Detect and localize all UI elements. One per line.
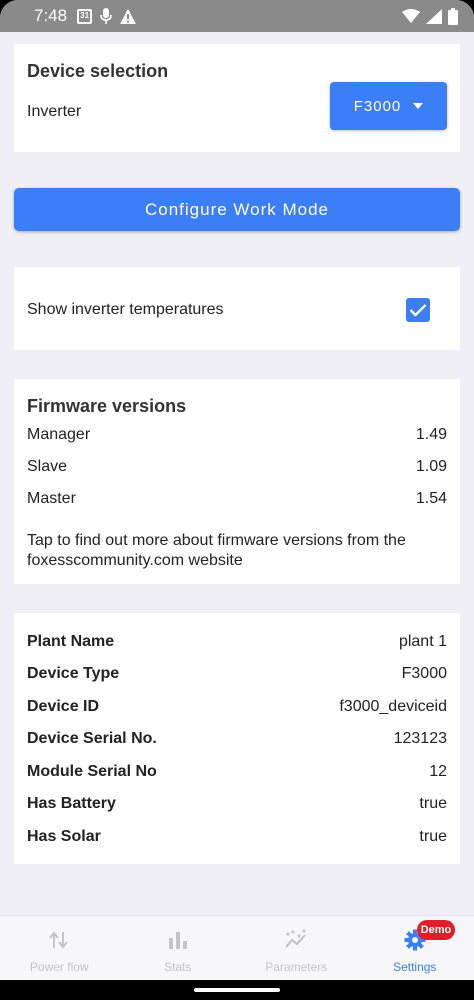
firmware-row-value: 1.49 bbox=[415, 426, 447, 443]
device-info-value: 123123 bbox=[393, 730, 447, 747]
inverter-dropdown-value: F3000 bbox=[353, 97, 402, 115]
show-temperatures-label: Show inverter temperatures bbox=[27, 301, 224, 318]
power-flow-icon bbox=[49, 931, 69, 949]
firmware-row-slave: Slave 1.09 bbox=[27, 458, 447, 476]
firmware-row-master: Master 1.54 bbox=[27, 490, 447, 508]
device-info-row: Has Battery true bbox=[27, 795, 447, 813]
firmware-card: Firmware versions Manager 1.49 Slave 1.0… bbox=[14, 379, 460, 584]
firmware-row-value: 1.09 bbox=[415, 458, 447, 475]
device-info-value: true bbox=[419, 828, 447, 845]
firmware-row-label: Slave bbox=[27, 458, 68, 475]
mic-icon bbox=[100, 8, 112, 24]
device-info-label: Has Solar bbox=[27, 828, 101, 845]
device-info-row: Device Type F3000 bbox=[27, 665, 447, 683]
demo-badge: Demo bbox=[417, 920, 455, 940]
stats-icon bbox=[168, 932, 187, 949]
device-info-label: Plant Name bbox=[27, 633, 115, 650]
gesture-bar bbox=[0, 980, 474, 1000]
device-selection-card: Device selection Inverter F3000 bbox=[14, 44, 460, 152]
device-info-row: Has Solar true bbox=[27, 828, 447, 846]
device-info-label: Device Serial No. bbox=[27, 730, 157, 747]
nav-item-stats[interactable]: Stats bbox=[119, 916, 238, 980]
warning-icon bbox=[120, 8, 137, 24]
configure-work-mode-button[interactable]: Configure Work Mode bbox=[14, 188, 460, 231]
device-info-row: Device Serial No. 123123 bbox=[27, 730, 447, 748]
device-info-row: Plant Name plant 1 bbox=[27, 633, 447, 651]
battery-icon bbox=[448, 7, 458, 25]
firmware-row-manager: Manager 1.49 bbox=[27, 426, 447, 444]
show-temperatures-checkbox[interactable] bbox=[406, 298, 430, 322]
chevron-down-icon bbox=[413, 103, 424, 109]
firmware-row-label: Manager bbox=[27, 426, 91, 443]
firmware-row-value: 1.54 bbox=[415, 490, 447, 507]
inverter-dropdown[interactable]: F3000 bbox=[330, 82, 447, 130]
device-info-label: Has Battery bbox=[27, 795, 116, 812]
nav-item-label: Settings bbox=[393, 960, 437, 974]
device-info-row: Module Serial No 12 bbox=[27, 763, 447, 781]
checkmark-icon bbox=[409, 304, 427, 317]
nav-item-power-flow[interactable]: Power flow bbox=[0, 916, 119, 980]
device-info-value: F3000 bbox=[401, 665, 447, 682]
firmware-row-label: Master bbox=[27, 490, 76, 507]
home-gesture-handle[interactable] bbox=[194, 988, 280, 992]
device-info-value: true bbox=[419, 795, 447, 812]
device-info-value: plant 1 bbox=[398, 633, 447, 650]
device-info-value: f3000_deviceid bbox=[339, 698, 447, 715]
device-info-row: Device ID f3000_deviceid bbox=[27, 698, 447, 716]
device-info-label: Module Serial No bbox=[27, 763, 157, 780]
wifi-icon bbox=[402, 9, 420, 23]
inverter-label: Inverter bbox=[27, 103, 82, 120]
status-right-icons bbox=[402, 7, 458, 25]
parameters-icon bbox=[285, 929, 307, 948]
nav-item-label: Power flow bbox=[29, 960, 89, 974]
device-info-label: Device ID bbox=[27, 698, 100, 715]
nav-item-settings[interactable]: Settings bbox=[356, 916, 474, 980]
device-info-label: Device Type bbox=[27, 665, 120, 682]
nav-item-label: Stats bbox=[164, 960, 192, 974]
nav-item-label: Parameters bbox=[265, 960, 328, 974]
status-left-icons: 31 bbox=[77, 8, 137, 24]
firmware-info-link[interactable]: Tap to find out more about firmware vers… bbox=[27, 531, 440, 571]
calendar-icon: 31 bbox=[77, 8, 93, 24]
firmware-title: Firmware versions bbox=[27, 396, 187, 416]
temperatures-card: Show inverter temperatures bbox=[14, 267, 460, 350]
device-info-card: Plant Name plant 1 Device Type F3000 Dev… bbox=[14, 613, 460, 864]
settings-screen: 7:48 31 Device selection Inverter F3000 … bbox=[0, 0, 474, 1000]
status-time: 7:48 bbox=[34, 6, 68, 25]
nav-item-parameters[interactable]: Parameters bbox=[237, 916, 356, 980]
signal-icon bbox=[426, 8, 442, 24]
status-bar: 7:48 31 bbox=[0, 0, 474, 32]
device-info-value: 12 bbox=[429, 763, 447, 780]
bottom-nav: Power flow Stats Parameters Settings bbox=[0, 915, 474, 980]
device-selection-title: Device selection bbox=[27, 61, 169, 81]
